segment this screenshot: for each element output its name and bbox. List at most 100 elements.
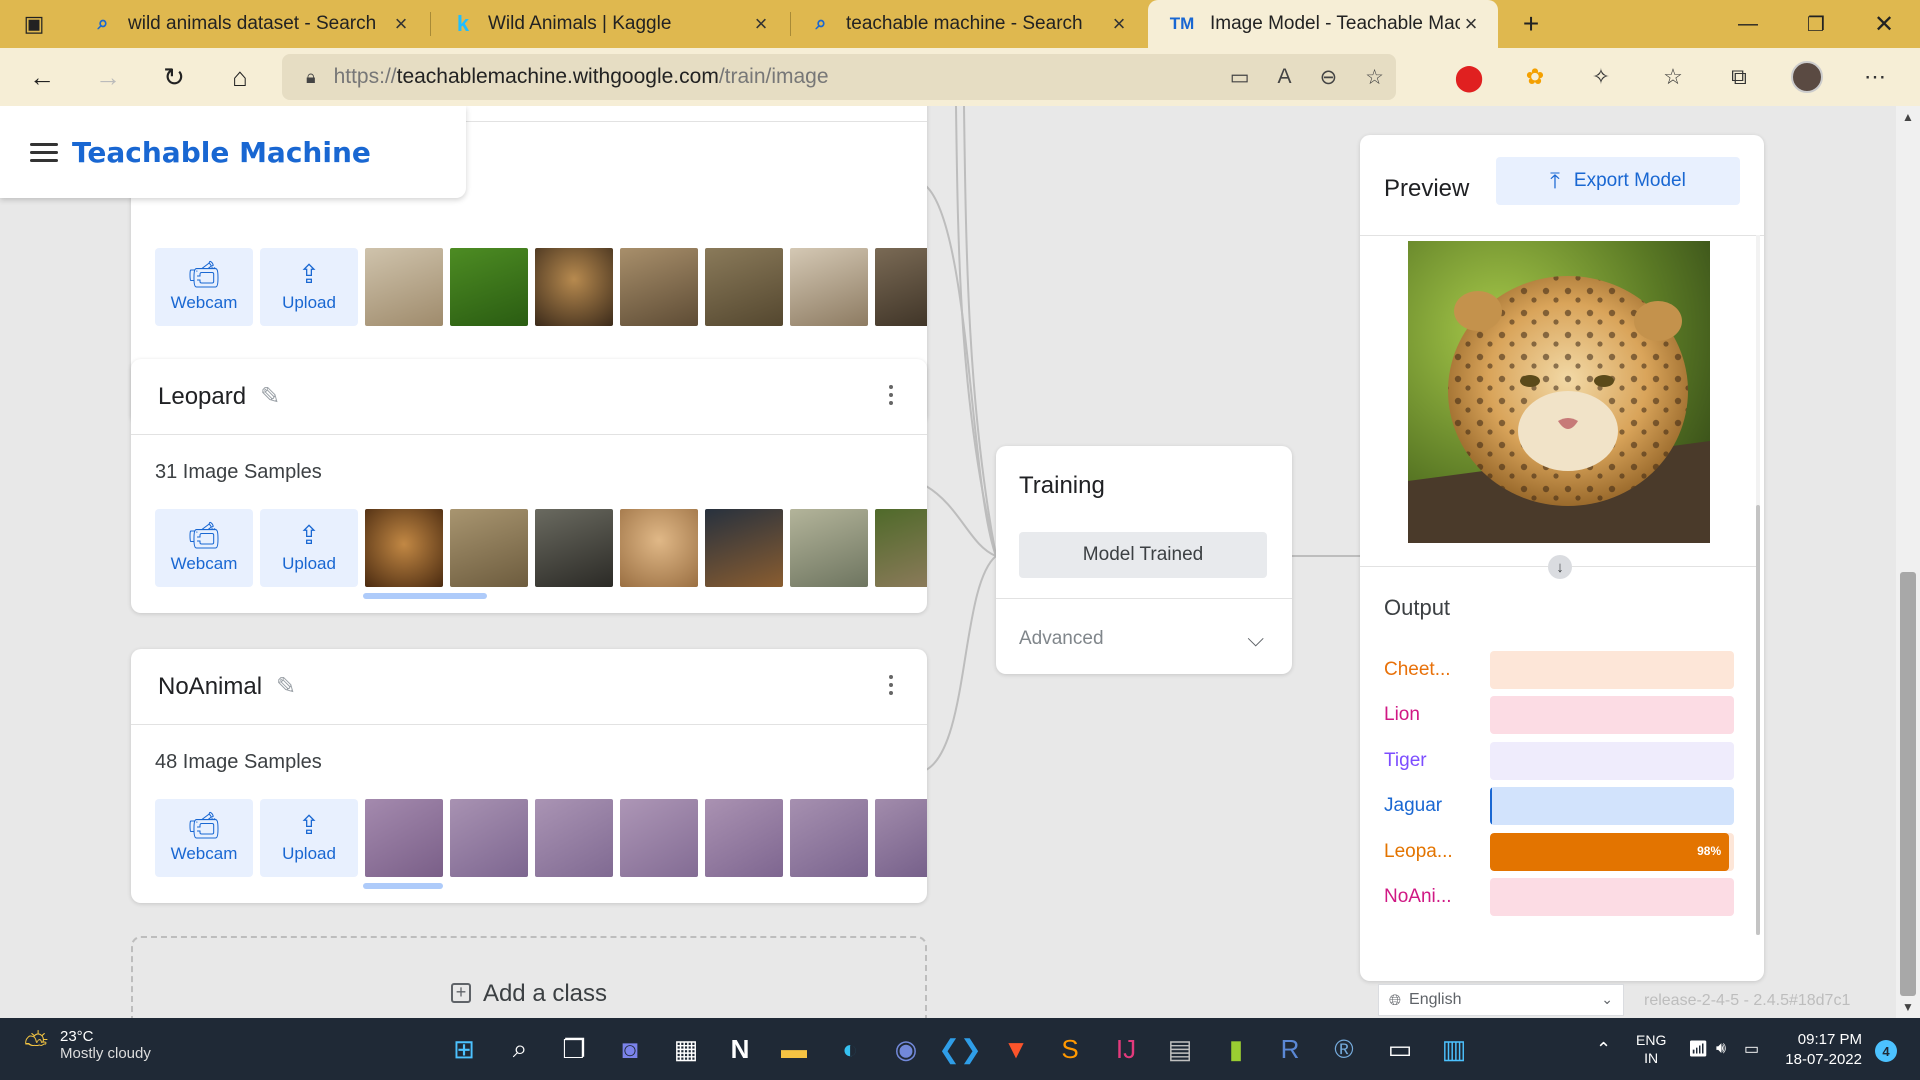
discord-icon[interactable]: ◉ bbox=[888, 1031, 924, 1067]
add-class-button[interactable]: + Add a class bbox=[131, 936, 927, 1018]
rstudio-icon[interactable]: ® bbox=[1326, 1031, 1362, 1067]
advanced-toggle[interactable]: Advanced bbox=[1019, 628, 1104, 650]
sample-thumbnail[interactable] bbox=[450, 799, 528, 877]
start-icon[interactable]: ⊞ bbox=[446, 1031, 482, 1067]
language-select[interactable]: 🌐︎ English ⌄ bbox=[1378, 984, 1624, 1016]
upload-button[interactable]: ⇪ Upload bbox=[260, 799, 358, 877]
minimize-icon[interactable]: — bbox=[1714, 0, 1782, 48]
more-options-icon[interactable] bbox=[889, 675, 893, 695]
export-model-button[interactable]: ⤒ Export Model bbox=[1496, 157, 1740, 205]
volume-icon[interactable]: 🔊︎ bbox=[1716, 1018, 1726, 1080]
r-icon[interactable]: R bbox=[1272, 1031, 1308, 1067]
sample-thumbnail[interactable] bbox=[705, 799, 783, 877]
sample-thumbnail[interactable] bbox=[620, 509, 698, 587]
zoom-out-icon[interactable]: ⊖ bbox=[1320, 65, 1338, 90]
chat-icon[interactable]: ◙ bbox=[612, 1031, 648, 1067]
thumbnail-scrollbar[interactable] bbox=[363, 883, 443, 889]
page-scrollbar[interactable]: ▲ ▼ bbox=[1896, 106, 1920, 1018]
sample-thumbnail[interactable] bbox=[790, 799, 868, 877]
home-icon[interactable]: ⌂ bbox=[220, 57, 260, 97]
scroll-up-icon[interactable]: ▲ bbox=[1896, 110, 1920, 124]
tab-teachable-search[interactable]: ⌕ teachable machine - Search × bbox=[790, 0, 1146, 48]
camera-icon[interactable]: ▭ bbox=[1230, 65, 1250, 90]
sample-thumbnail[interactable] bbox=[875, 509, 927, 587]
sample-thumbnail[interactable] bbox=[875, 799, 927, 877]
edit-icon[interactable]: ✎ bbox=[276, 672, 296, 701]
sample-thumbnail[interactable] bbox=[450, 248, 528, 326]
read-aloud-icon[interactable]: A bbox=[1278, 65, 1292, 89]
webcam-button[interactable]: 📹︎ Webcam bbox=[155, 248, 253, 326]
intellij-icon[interactable]: IJ bbox=[1108, 1031, 1144, 1067]
color-extension-icon[interactable]: ✿ bbox=[1518, 60, 1552, 94]
address-bar[interactable]: 🔒︎ https://teachablemachine.withgoogle.c… bbox=[282, 54, 1396, 100]
close-icon[interactable]: × bbox=[1460, 11, 1482, 37]
clock[interactable]: 09:17 PM 18-07-2022 bbox=[1778, 1030, 1862, 1070]
webcam-button[interactable]: 📹︎ Webcam bbox=[155, 799, 253, 877]
class-name[interactable]: NoAnimal bbox=[158, 673, 262, 701]
tab-actions-icon[interactable]: ▣ bbox=[14, 4, 54, 44]
profile-avatar[interactable] bbox=[1790, 60, 1824, 94]
sample-thumbnail[interactable] bbox=[620, 248, 698, 326]
vscode-icon[interactable]: ❮❯ bbox=[938, 1031, 982, 1067]
notification-badge[interactable]: 4 bbox=[1875, 1040, 1897, 1062]
restore-icon[interactable]: ❐ bbox=[1782, 0, 1850, 48]
weather-widget[interactable]: ⛅︎ 23°C Mostly cloudy bbox=[24, 1028, 151, 1062]
sample-thumbnail[interactable] bbox=[535, 799, 613, 877]
tab-kaggle[interactable]: k Wild Animals | Kaggle × bbox=[432, 0, 788, 48]
sample-thumbnail[interactable] bbox=[365, 799, 443, 877]
tab-wild-animals-search[interactable]: ⌕ wild animals dataset - Search × bbox=[72, 0, 428, 48]
scroll-thumb[interactable] bbox=[1900, 572, 1916, 996]
sample-thumbnail[interactable] bbox=[620, 799, 698, 877]
extensions-icon[interactable]: ✧ bbox=[1584, 60, 1618, 94]
edit-icon[interactable]: ✎ bbox=[260, 382, 280, 411]
chevron-down-icon[interactable]: ⌵ bbox=[1247, 626, 1264, 652]
back-icon[interactable]: ← bbox=[22, 57, 62, 97]
webcam-button[interactable]: 📹︎ Webcam bbox=[155, 509, 253, 587]
sample-thumbnail[interactable] bbox=[535, 248, 613, 326]
sample-thumbnail[interactable] bbox=[705, 248, 783, 326]
sample-thumbnail[interactable] bbox=[790, 509, 868, 587]
sample-thumbnail[interactable] bbox=[365, 509, 443, 587]
sample-thumbnail[interactable] bbox=[790, 248, 868, 326]
new-tab-icon[interactable]: + bbox=[1498, 0, 1564, 48]
arrow-down-icon[interactable]: ↓ bbox=[1548, 555, 1572, 579]
sample-thumbnail[interactable] bbox=[535, 509, 613, 587]
menu-icon[interactable] bbox=[30, 142, 58, 162]
tray-chevron-icon[interactable]: ⌃ bbox=[1596, 1018, 1611, 1080]
more-options-icon[interactable] bbox=[889, 385, 893, 405]
class-name[interactable]: Leopard bbox=[158, 383, 246, 411]
refresh-icon[interactable]: ↻ bbox=[154, 57, 194, 97]
language-indicator[interactable]: ENG IN bbox=[1636, 1018, 1666, 1080]
thumbnail-scrollbar[interactable] bbox=[363, 593, 487, 599]
favorites-icon[interactable]: ☆ bbox=[1656, 60, 1690, 94]
notion-icon[interactable]: N bbox=[722, 1031, 758, 1067]
edge-icon[interactable]: ◐ bbox=[832, 1031, 868, 1067]
close-window-icon[interactable]: ✕ bbox=[1850, 0, 1918, 48]
sample-thumbnail[interactable] bbox=[875, 248, 927, 326]
upload-button[interactable]: ⇪ Upload bbox=[260, 509, 358, 587]
opera-extension-icon[interactable]: ⬤ bbox=[1452, 60, 1486, 94]
close-icon[interactable]: × bbox=[1108, 11, 1130, 37]
tab-image-model[interactable]: TM Image Model - Teachable Machin × bbox=[1148, 0, 1498, 48]
scroll-down-icon[interactable]: ▼ bbox=[1896, 1000, 1920, 1014]
add-favorite-icon[interactable]: ☆ bbox=[1365, 65, 1384, 90]
notepad-icon[interactable]: ▥ bbox=[1436, 1031, 1472, 1067]
search-icon[interactable]: ⌕ bbox=[502, 1031, 538, 1067]
upload-button[interactable]: ⇪ Upload bbox=[260, 248, 358, 326]
close-icon[interactable]: × bbox=[390, 11, 412, 37]
close-icon[interactable]: × bbox=[750, 11, 772, 37]
file-explorer-icon[interactable]: ▬ bbox=[776, 1031, 812, 1067]
store-icon[interactable]: ▦ bbox=[668, 1031, 704, 1067]
battery-icon[interactable]: ▭ bbox=[1744, 1018, 1759, 1080]
model-trained-button[interactable]: Model Trained bbox=[1019, 532, 1267, 578]
brave-icon[interactable]: ▼ bbox=[998, 1031, 1034, 1067]
collections-icon[interactable]: ⧉ bbox=[1722, 60, 1756, 94]
task-view-icon[interactable]: ❐ bbox=[556, 1031, 592, 1067]
app-icon[interactable]: ▮ bbox=[1218, 1031, 1254, 1067]
terminal-icon[interactable]: ▭ bbox=[1382, 1031, 1418, 1067]
sublime-icon[interactable]: S bbox=[1052, 1031, 1088, 1067]
sample-thumbnail[interactable] bbox=[705, 509, 783, 587]
wifi-icon[interactable]: 📶︎ bbox=[1688, 1018, 1708, 1080]
app-brand[interactable]: Teachable Machine bbox=[72, 136, 371, 169]
sql-icon[interactable]: ▤ bbox=[1162, 1031, 1198, 1067]
